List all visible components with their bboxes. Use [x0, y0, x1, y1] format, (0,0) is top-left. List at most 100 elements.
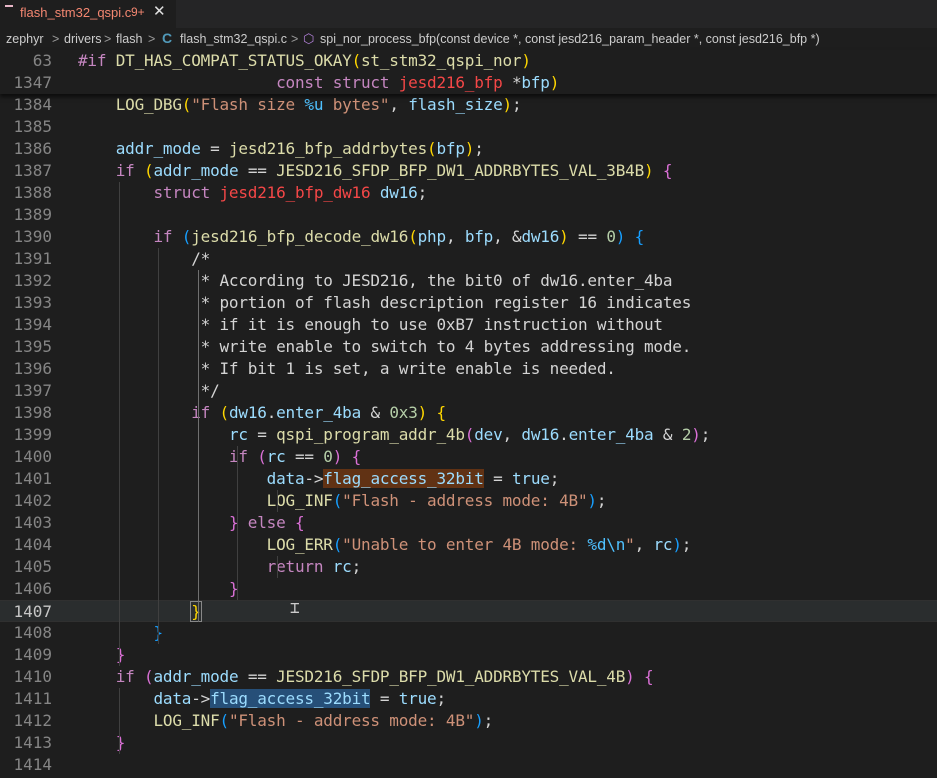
code-text[interactable]: return rc; — [78, 556, 362, 578]
code-line[interactable]: 1397 */ — [0, 380, 937, 402]
line-number: 1385 — [13, 117, 52, 136]
code-text[interactable]: * According to JESD216, the bit0 of dw16… — [78, 270, 673, 292]
code-line[interactable]: 1386 addr_mode = jesd216_bfp_addrbytes(b… — [0, 138, 937, 160]
code-text[interactable]: } — [78, 622, 163, 644]
tab-problem-count: 9+ — [131, 5, 145, 19]
code-token: ) — [464, 139, 475, 158]
code-text[interactable]: LOG_ERR("Unable to enter 4B mode: %d\n",… — [78, 534, 692, 556]
code-line[interactable]: 1403 } else { — [0, 512, 937, 534]
code-line[interactable]: 1389 — [0, 204, 937, 226]
line-number: 1384 — [13, 95, 52, 114]
code-text[interactable]: addr_mode = jesd216_bfp_addrbytes(bfp); — [78, 138, 484, 160]
code-line[interactable]: 1396 * If bit 1 is set, a write enable i… — [0, 358, 937, 380]
code-line[interactable]: 1385 — [0, 116, 937, 138]
code-token: JESD216_SFDP_BFP_DW1_ADDRBYTES_VAL_4B — [276, 667, 626, 686]
code-line[interactable]: 1409 } — [0, 644, 937, 666]
code-text[interactable]: LOG_INF("Flash - address mode: 4B"); — [78, 710, 493, 732]
code-text[interactable]: * write enable to switch to 4 bytes addr… — [78, 336, 692, 358]
code-token: -> — [304, 469, 324, 488]
code-token: & — [653, 425, 682, 444]
line-number: 1402 — [13, 491, 52, 510]
code-token: ; — [436, 689, 446, 708]
code-line[interactable]: 1405 return rc; — [0, 556, 937, 578]
code-line[interactable]: 1392 * According to JESD216, the bit0 of… — [0, 270, 937, 292]
code-line[interactable]: 1401 data->flag_access_32bit = true; — [0, 468, 937, 490]
breadcrumb-item-function[interactable]: spi_nor_process_bfp(const device *, cons… — [320, 32, 820, 46]
code-line[interactable]: 1347 const struct jesd216_bfp *bfp) — [0, 72, 937, 94]
code-line[interactable]: 1402 LOG_INF("Flash - address mode: 4B")… — [0, 490, 937, 512]
code-line[interactable]: 1406 } — [0, 578, 937, 600]
code-line[interactable]: 1414 — [0, 754, 937, 776]
code-text[interactable]: } else { — [78, 512, 305, 534]
code-line[interactable]: 1407 } — [0, 600, 937, 622]
code-line[interactable]: 1404 LOG_ERR("Unable to enter 4B mode: %… — [0, 534, 937, 556]
code-token: "Flash - address mode: 4B" — [342, 491, 588, 510]
code-text[interactable]: * portion of flash description register … — [78, 292, 692, 314]
code-text[interactable]: #if DT_HAS_COMPAT_STATUS_OKAY(st_stm32_q… — [78, 50, 531, 72]
code-token: flag_access_32bit — [210, 689, 371, 708]
breadcrumb-item-flash[interactable]: flash — [116, 32, 142, 46]
code-text[interactable]: if (addr_mode == JESD216_SFDP_BFP_DW1_AD… — [78, 666, 654, 688]
code-text[interactable]: if (rc == 0) { — [78, 446, 361, 468]
line-number: 1390 — [13, 227, 52, 246]
code-token: bfp — [521, 73, 550, 92]
code-editor[interactable]: 63 #if DT_HAS_COMPAT_STATUS_OKAY(st_stm32… — [0, 50, 937, 778]
code-text[interactable]: data->flag_access_32bit = true; — [78, 688, 446, 710]
code-text[interactable]: LOG_DBG("Flash size %u bytes", flash_siz… — [78, 94, 522, 116]
code-line[interactable]: 1399 rc = qspi_program_addr_4b(dev, dw16… — [0, 424, 937, 446]
code-text[interactable]: if (dw16.enter_4ba & 0x3) { — [78, 402, 446, 424]
code-token: ) — [691, 425, 701, 444]
code-token: ) — [521, 51, 531, 70]
code-text[interactable]: /* — [78, 248, 210, 270]
code-text[interactable]: rc = qspi_program_addr_4b(dev, dw16.ente… — [78, 424, 710, 446]
line-number: 1387 — [13, 161, 52, 180]
code-token: , & — [493, 227, 522, 246]
code-token: "Flash - address mode: 4B" — [228, 711, 475, 730]
code-token: DT_HAS_COMPAT_STATUS_OKAY — [115, 51, 352, 70]
code-line[interactable]: 1390 if (jesd216_bfp_decode_dw16(php, bf… — [0, 226, 937, 248]
line-number: 1405 — [13, 557, 52, 576]
code-text[interactable]: if (addr_mode == JESD216_SFDP_BFP_DW1_AD… — [78, 160, 673, 182]
code-line[interactable]: 1391 /* — [0, 248, 937, 270]
code-token: , — [445, 227, 465, 246]
code-token: 0 — [606, 227, 616, 246]
code-token: rc — [228, 425, 248, 444]
code-line[interactable]: 1384 LOG_DBG("Flash size %u bytes", flas… — [0, 94, 937, 116]
code-token: ; — [417, 183, 428, 202]
code-line[interactable]: 1393 * portion of flash description regi… — [0, 292, 937, 314]
code-line[interactable]: 1395 * write enable to switch to 4 bytes… — [0, 336, 937, 358]
code-line[interactable]: 1388 struct jesd216_bfp_dw16 dw16; — [0, 182, 937, 204]
sticky-scroll[interactable]: 63 #if DT_HAS_COMPAT_STATUS_OKAY(st_stm32… — [0, 50, 937, 94]
code-line[interactable]: 1394 * if it is enough to use 0xB7 instr… — [0, 314, 937, 336]
code-text[interactable]: if (jesd216_bfp_decode_dw16(php, bfp, &d… — [78, 226, 644, 248]
code-text[interactable]: } — [78, 601, 202, 623]
code-line[interactable]: 1400 if (rc == 0) { — [0, 446, 937, 468]
code-text[interactable]: struct jesd216_bfp_dw16 dw16; — [78, 182, 427, 204]
code-token: dw16 — [521, 425, 560, 444]
code-line[interactable]: 1398 if (dw16.enter_4ba & 0x3) { — [0, 402, 937, 424]
code-line[interactable]: 1411 data->flag_access_32bit = true; — [0, 688, 937, 710]
code-token: } — [115, 733, 126, 752]
breadcrumb-item-drivers[interactable]: drivers — [64, 32, 102, 46]
breadcrumb-item-zephyr[interactable]: zephyr — [6, 32, 44, 46]
close-icon[interactable]: ✕ — [153, 2, 166, 20]
code-token: ( — [351, 51, 362, 70]
code-line[interactable]: 1412 LOG_INF("Flash - address mode: 4B")… — [0, 710, 937, 732]
code-token: rc — [266, 447, 286, 466]
code-text[interactable]: * if it is enough to use 0xB7 instructio… — [78, 314, 663, 336]
indent-guide — [277, 490, 278, 512]
code-token: ; — [474, 139, 484, 158]
code-token: == — [568, 227, 607, 246]
code-line[interactable]: 63 #if DT_HAS_COMPAT_STATUS_OKAY(st_stm32… — [0, 50, 937, 72]
code-line[interactable]: 1413 } — [0, 732, 937, 754]
code-line[interactable]: 1408 } — [0, 622, 937, 644]
code-text[interactable]: const struct jesd216_bfp *bfp) — [78, 72, 559, 94]
editor-tab[interactable]: flash_stm32_qspi.c 9+ ✕ — [0, 0, 177, 28]
code-line[interactable]: 1387 if (addr_mode == JESD216_SFDP_BFP_D… — [0, 160, 937, 182]
code-text[interactable]: data->flag_access_32bit = true; — [78, 468, 559, 490]
code-line[interactable]: 1410 if (addr_mode == JESD216_SFDP_BFP_D… — [0, 666, 937, 688]
breadcrumb-item-file[interactable]: flash_stm32_qspi.c — [180, 32, 287, 46]
